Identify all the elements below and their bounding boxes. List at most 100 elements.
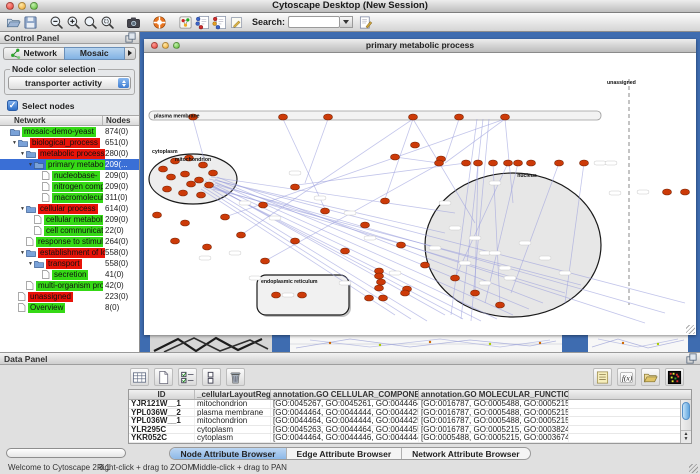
zoom-out-icon[interactable] bbox=[48, 14, 65, 30]
editor-icon[interactable] bbox=[211, 14, 228, 30]
table-row[interactable]: YLR295Ccytoplasm[GO:0045263, GO:0044464,… bbox=[129, 426, 691, 435]
table-row[interactable]: YDR039C__1mitochondrion[GO:0044464, GO:0… bbox=[129, 443, 691, 444]
table-cell[interactable]: [GO:0044464, GO:0044444, GO:0044425, G..… bbox=[271, 443, 419, 444]
table-cell[interactable]: [GO:0016787, GO:0005215, GO:0003824, G..… bbox=[419, 426, 569, 434]
table-cell[interactable]: [GO:0045267, GO:0045261, GO:0044464, G..… bbox=[271, 400, 419, 408]
table-cell[interactable]: YPL036W__2 bbox=[129, 409, 195, 417]
tree-row[interactable]: mosaic-demo-yeast874(0) bbox=[0, 126, 139, 137]
minimize-window-button[interactable] bbox=[18, 2, 26, 10]
table-cell[interactable]: mitochondrion bbox=[195, 417, 271, 425]
column-header[interactable]: annotation.GO CELLULAR_COMPONENT bbox=[271, 390, 419, 399]
tree-row[interactable]: ▼transport558(0) bbox=[0, 258, 139, 269]
close-window-button[interactable] bbox=[6, 2, 14, 10]
float-panel-icon[interactable] bbox=[686, 353, 697, 364]
zoom-view-button[interactable] bbox=[173, 42, 180, 49]
table-cell[interactable]: YJR121W__1 bbox=[129, 400, 195, 408]
table-cell[interactable]: plasma membrane bbox=[195, 409, 271, 417]
tree-row[interactable]: ▼cellular process614(0) bbox=[0, 203, 139, 214]
import-attributes-icon[interactable] bbox=[593, 368, 612, 386]
tree-row[interactable]: ▼biological_process651(0) bbox=[0, 137, 139, 148]
tree-row[interactable]: cellular metabol209(0) bbox=[0, 214, 139, 225]
resize-grip[interactable] bbox=[686, 325, 695, 334]
column-header[interactable]: annotation.GO MOLECULAR_FUNCTION bbox=[419, 390, 569, 399]
tree-row[interactable]: multi-organism pro42(0) bbox=[0, 280, 139, 291]
unselect-attributes-icon[interactable] bbox=[202, 368, 221, 386]
snapshot-icon[interactable] bbox=[125, 14, 142, 30]
expand-arrow-icon[interactable]: ▼ bbox=[27, 261, 34, 267]
matrix-view-icon[interactable] bbox=[665, 368, 684, 386]
nodes-column-header[interactable]: Nodes bbox=[102, 116, 139, 125]
tree-row[interactable]: cell communicat22(0) bbox=[0, 225, 139, 236]
expand-arrow-icon[interactable]: ▼ bbox=[19, 206, 26, 212]
filter-icon[interactable] bbox=[194, 14, 211, 30]
table-cell[interactable]: [GO:0044464, GO:0044444, GO:0044425, G..… bbox=[271, 417, 419, 425]
attribute-table-icon[interactable] bbox=[130, 368, 149, 386]
expand-arrow-icon[interactable]: ▼ bbox=[19, 250, 26, 256]
tree-row[interactable]: response to stimulu264(0) bbox=[0, 236, 139, 247]
node-color-dropdown[interactable]: transporter activity bbox=[8, 76, 131, 90]
column-header[interactable]: _cellularLayoutRegion bbox=[195, 390, 271, 399]
delete-attribute-icon[interactable] bbox=[226, 368, 245, 386]
new-attribute-icon[interactable] bbox=[154, 368, 173, 386]
table-row[interactable]: YPL036W__2plasma membrane[GO:0044464, GO… bbox=[129, 409, 691, 418]
scroll-down-icon[interactable]: ▼ bbox=[681, 437, 691, 442]
expand-arrow-icon[interactable]: ▼ bbox=[19, 151, 26, 157]
tree-row[interactable]: unassigned223(0) bbox=[0, 291, 139, 302]
vizmapper-icon[interactable] bbox=[177, 14, 194, 30]
network-column-header[interactable]: Network bbox=[0, 116, 102, 125]
scrollbar-thumb[interactable] bbox=[682, 402, 690, 420]
network-window-titlebar[interactable]: primary metabolic process bbox=[144, 39, 696, 53]
table-cell[interactable]: [GO:0016787, GO:0005488, GO:0005215, G..… bbox=[419, 409, 569, 417]
tree-row[interactable]: ▼metabolic process280(0) bbox=[0, 148, 139, 159]
column-header[interactable]: ID bbox=[129, 390, 195, 399]
table-scrollbar[interactable]: ▲▼ bbox=[680, 400, 691, 443]
zoom-in-icon[interactable] bbox=[65, 14, 82, 30]
zoom-selected-icon[interactable] bbox=[99, 14, 116, 30]
table-row[interactable]: YPL036W__1mitochondrion[GO:0044464, GO:0… bbox=[129, 417, 691, 426]
tree-row[interactable]: macromolecule311(0) bbox=[0, 192, 139, 203]
table-cell[interactable]: YDR039C__1 bbox=[129, 443, 195, 444]
table-row[interactable]: YKR052Ccytoplasm[GO:0044464, GO:0044446,… bbox=[129, 434, 691, 443]
close-view-button[interactable] bbox=[151, 42, 158, 49]
tree-row[interactable]: Overview8(0) bbox=[0, 302, 139, 313]
network-window[interactable]: primary metabolic process plasma membran… bbox=[144, 39, 696, 335]
table-cell[interactable]: [GO:0016787, GO:0005488, GO:0005215, G..… bbox=[419, 417, 569, 425]
app-resize-grip[interactable] bbox=[689, 464, 698, 473]
network-canvas[interactable]: plasma membranecytoplasmmitochondrionnuc… bbox=[145, 53, 695, 334]
select-nodes-checkbox[interactable]: ✓ bbox=[7, 100, 18, 111]
zoom-window-button[interactable] bbox=[30, 2, 38, 10]
select-attributes-icon[interactable] bbox=[178, 368, 197, 386]
tab-node-attribute-browser[interactable]: Node Attribute Browser bbox=[170, 448, 286, 459]
open-file-icon[interactable] bbox=[5, 14, 22, 30]
tree-row[interactable]: secretion41(0) bbox=[0, 269, 139, 280]
table-cell[interactable]: mitochondrion bbox=[195, 443, 271, 444]
tab-mosaic[interactable]: Mosaic bbox=[64, 47, 126, 60]
tab-network-attribute-browser[interactable]: Network Attribute Browser bbox=[402, 448, 529, 459]
annotation-icon[interactable] bbox=[228, 14, 245, 30]
open-attribute-file-icon[interactable] bbox=[641, 368, 660, 386]
table-cell[interactable]: cytoplasm bbox=[195, 434, 271, 442]
tree-row[interactable]: nucleobase-209(0) bbox=[0, 170, 139, 181]
table-cell[interactable]: [GO:0045263, GO:0044464, GO:0044455, G..… bbox=[271, 426, 419, 434]
table-cell[interactable]: [GO:0016787, GO:0005488, GO:0005215, G..… bbox=[419, 443, 569, 444]
save-session-icon[interactable] bbox=[22, 14, 39, 30]
function-builder-icon[interactable]: f(x) bbox=[617, 368, 636, 386]
more-tabs-button[interactable] bbox=[125, 47, 136, 60]
table-cell[interactable]: [GO:0044464, GO:0044444, GO:0044425, G..… bbox=[271, 409, 419, 417]
tree-row[interactable]: ▼establishment of lo558(0) bbox=[0, 247, 139, 258]
tab-network[interactable]: Network bbox=[3, 47, 64, 60]
help-icon[interactable] bbox=[151, 14, 168, 30]
search-input[interactable] bbox=[288, 16, 340, 28]
table-row[interactable]: YJR121W__1mitochondrion[GO:0045267, GO:0… bbox=[129, 400, 691, 409]
table-cell[interactable]: YKR052C bbox=[129, 434, 195, 442]
table-cell[interactable]: mitochondrion bbox=[195, 400, 271, 408]
expand-arrow-icon[interactable]: ▼ bbox=[27, 162, 34, 168]
table-cell[interactable]: cytoplasm bbox=[195, 426, 271, 434]
zoom-fit-icon[interactable] bbox=[82, 14, 99, 30]
table-cell[interactable]: YLR295C bbox=[129, 426, 195, 434]
table-cell[interactable]: [GO:0016787, GO:0005488, GO:0005215, G..… bbox=[419, 400, 569, 408]
scrollbar-arrows[interactable]: ▲▼ bbox=[681, 430, 691, 443]
tab-edge-attribute-browser[interactable]: Edge Attribute Browser bbox=[287, 448, 403, 459]
tree-row[interactable]: ▼primary metabo209(... bbox=[0, 159, 139, 170]
table-cell[interactable]: [GO:0044464, GO:0044446, GO:0044444, G..… bbox=[271, 434, 419, 442]
